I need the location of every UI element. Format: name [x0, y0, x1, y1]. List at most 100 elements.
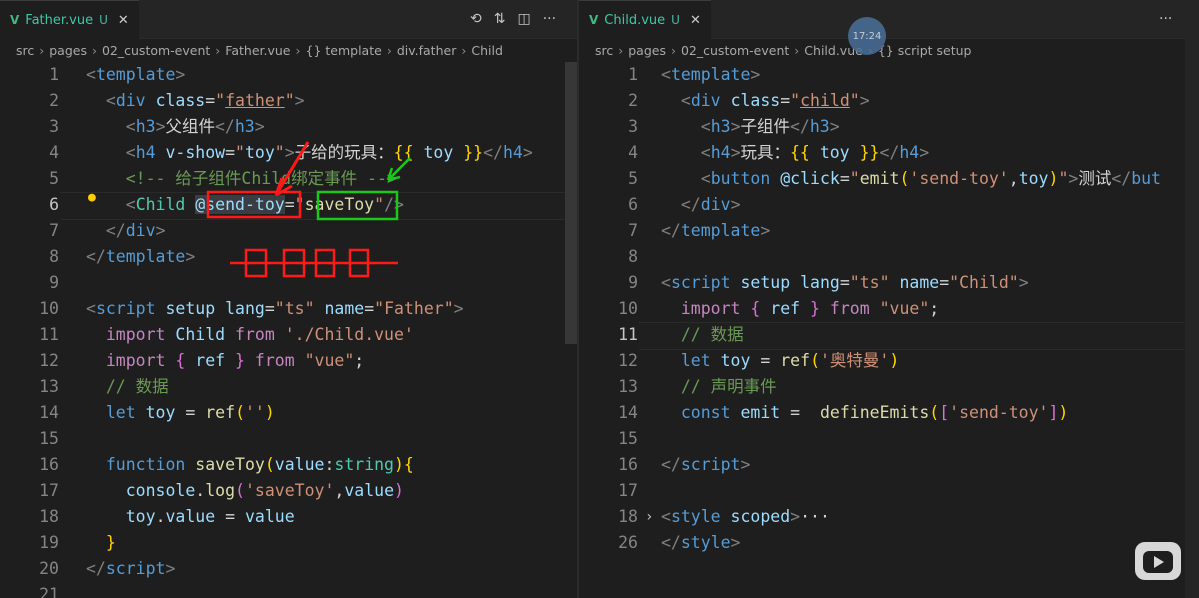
breadcrumb-item[interactable]: {} script setup [878, 43, 972, 58]
breadcrumb-item[interactable]: Child [471, 43, 503, 58]
code-line[interactable]: 19 } [0, 530, 577, 556]
line-number: 5 [49, 169, 59, 188]
history-icon[interactable]: ⟲ [470, 11, 482, 27]
close-icon[interactable]: ✕ [118, 13, 129, 28]
code-line[interactable]: 2 <div class="father"> [0, 88, 577, 114]
line-number: 15 [618, 429, 638, 448]
code-text: <Child @send-toy="saveToy"/> [125, 195, 404, 214]
code-editor[interactable]: 1 <template> 2 <div class="father"> 3 <h3>父… [0, 62, 577, 598]
code-line[interactable]: 9 [0, 270, 577, 296]
code-line[interactable]: 4 <h4>玩具：{{ toy }}</h4> [579, 140, 1199, 166]
line-number: 13 [39, 377, 59, 396]
line-number: 14 [39, 403, 59, 422]
code-text: <style scoped>··· [661, 507, 830, 526]
code-text: </template> [86, 247, 196, 266]
code-line[interactable]: 15 [579, 426, 1199, 452]
breadcrumb-item[interactable]: div.father [397, 43, 457, 58]
breadcrumb-separator: › [215, 42, 221, 58]
code-line[interactable]: 7 </div> [0, 218, 577, 244]
line-number: 13 [618, 377, 638, 396]
line-number: 16 [618, 455, 638, 474]
code-line[interactable]: 3 <h3>子组件</h3> [579, 114, 1199, 140]
code-line[interactable]: 18 <style scoped>··· [579, 504, 1199, 530]
lightbulb-icon[interactable]: ● [88, 190, 96, 205]
line-number: 15 [39, 429, 59, 448]
code-text: // 数据 [680, 325, 744, 344]
line-number: 26 [618, 533, 638, 552]
code-line[interactable]: 13 // 声明事件 [579, 374, 1199, 400]
code-line[interactable]: 3 <h3>父组件</h3> [0, 114, 577, 140]
code-text: // 声明事件 [680, 377, 777, 396]
code-editor[interactable]: 1 <template> 2 <div class="child"> 3 <h3>子组… [579, 62, 1199, 598]
breadcrumb: src›pages›02_custom-event›Child.vue›{} s… [579, 39, 1199, 61]
code-line[interactable]: 2 <div class="child"> [579, 88, 1199, 114]
code-text: </script> [86, 559, 176, 578]
line-number: 16 [39, 455, 59, 474]
code-line[interactable]: 10 <script setup lang="ts" name="Father"> [0, 296, 577, 322]
code-line[interactable]: 6 </div> [579, 192, 1199, 218]
code-line[interactable]: 12 let toy = ref('奥特曼') [579, 348, 1199, 374]
code-line[interactable]: 1 <template> [0, 62, 577, 88]
line-number: 20 [39, 559, 59, 578]
code-line[interactable]: 5 <!-- 给子组件Child绑定事件 --> [0, 166, 577, 192]
code-line[interactable]: 15 [0, 426, 577, 452]
code-line[interactable]: 16 function saveToy(value:string){ [0, 452, 577, 478]
code-line[interactable]: 20 </script> [0, 556, 577, 582]
line-number: 2 [49, 91, 59, 110]
line-number: 17 [39, 481, 59, 500]
breadcrumb-separator: › [295, 42, 301, 58]
code-line[interactable]: 8 </template> [0, 244, 577, 270]
code-line[interactable]: 9 <script setup lang="ts" name="Child"> [579, 270, 1199, 296]
code-line[interactable]: 14 const emit = defineEmits(['send-toy']… [579, 400, 1199, 426]
code-line[interactable]: 16 </script> [579, 452, 1199, 478]
code-line[interactable]: 1 <template> [579, 62, 1199, 88]
breadcrumb-item[interactable]: {} template [306, 43, 382, 58]
code-line[interactable]: 26 </style> [579, 530, 1199, 556]
code-line[interactable]: 10 import { ref } from "vue"; [579, 296, 1199, 322]
git-compare-icon[interactable]: ⇅ [494, 11, 506, 27]
line-number: 10 [39, 299, 59, 318]
code-line[interactable]: 13 // 数据 [0, 374, 577, 400]
tab-father-vue[interactable]: V Father.vue U ✕ [0, 0, 139, 39]
split-editor-icon[interactable]: ◫ [517, 11, 530, 27]
tab-child-vue[interactable]: V Child.vue U ✕ [579, 0, 711, 39]
breadcrumb-item[interactable]: src [16, 43, 34, 58]
code-line[interactable]: 8 [579, 244, 1199, 270]
tab-bar: V Father.vue U ✕ ⟲ ⇅ ◫ ··· [0, 0, 577, 39]
scrollbar[interactable] [565, 62, 577, 344]
line-number: 1 [628, 65, 638, 84]
tab-actions: ⟲ ⇅ ◫ ··· [470, 0, 556, 38]
code-line[interactable]: 17 console.log('saveToy',value) [0, 478, 577, 504]
code-line[interactable]: 11 // 数据 [579, 322, 1199, 348]
code-line[interactable]: 11 import Child from './Child.vue' [0, 322, 577, 348]
breadcrumb-item[interactable]: src [595, 43, 613, 58]
fold-chevron-icon[interactable]: › [645, 509, 653, 525]
code-line[interactable]: 14 let toy = ref('') [0, 400, 577, 426]
tab-actions: ··· [1159, 0, 1172, 38]
code-line[interactable]: 12 import { ref } from "vue"; [0, 348, 577, 374]
breadcrumb-item[interactable]: 02_custom-event [681, 43, 789, 58]
close-icon[interactable]: ✕ [690, 13, 701, 28]
code-line[interactable]: 17 [579, 478, 1199, 504]
breadcrumb-item[interactable]: pages [49, 43, 87, 58]
breadcrumb-separator: › [39, 42, 45, 58]
scrollbar[interactable] [1185, 0, 1199, 598]
breadcrumb-separator: › [794, 42, 800, 58]
code-line[interactable]: 6 <Child @send-toy="saveToy"/> [0, 192, 577, 218]
code-line[interactable]: 4 <h4 v-show="toy">子给的玩具：{{ toy }}</h4> [0, 140, 577, 166]
more-actions-icon[interactable]: ··· [1159, 11, 1172, 27]
code-text: const emit = defineEmits(['send-toy']) [680, 403, 1069, 422]
code-line[interactable]: 5 <button @click="emit('send-toy',toy)">… [579, 166, 1199, 192]
more-actions-icon[interactable]: ··· [543, 11, 556, 27]
vue-icon: V [589, 13, 599, 27]
code-line[interactable]: 7 </template> [579, 218, 1199, 244]
line-number: 1 [49, 65, 59, 84]
code-line[interactable]: 18 toy.value = value [0, 504, 577, 530]
breadcrumb-item[interactable]: pages [628, 43, 666, 58]
code-line[interactable]: 21 [0, 582, 577, 598]
breadcrumb-item[interactable]: Father.vue [225, 43, 290, 58]
code-text: <h4>玩具：{{ toy }}</h4> [700, 143, 930, 162]
line-number: 4 [49, 143, 59, 162]
breadcrumb-separator: › [461, 42, 467, 58]
breadcrumb-item[interactable]: 02_custom-event [102, 43, 210, 58]
